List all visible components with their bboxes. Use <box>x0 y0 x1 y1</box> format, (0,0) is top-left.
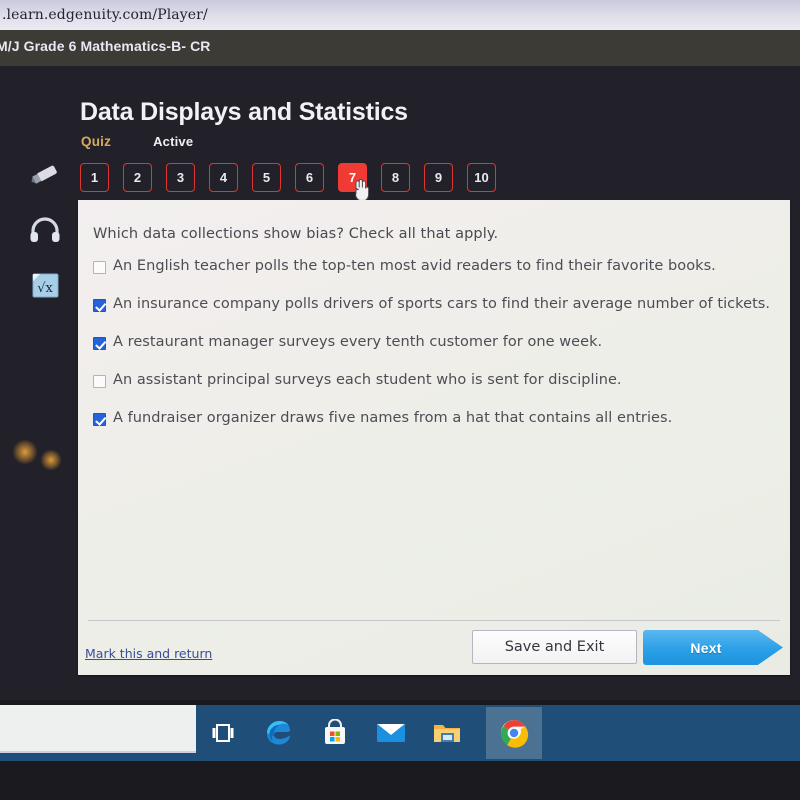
answer-option[interactable]: A restaurant manager surveys every tenth… <box>93 334 783 372</box>
course-header-band: M/J Grade 6 Mathematics-B- CR <box>0 30 800 66</box>
next-button-label: Next <box>690 639 722 656</box>
answer-checkbox-5[interactable] <box>93 413 106 426</box>
url-text[interactable]: .learn.edgenuity.com/Player/ <box>0 7 208 23</box>
headphones-icon[interactable] <box>28 216 62 244</box>
calculator-icon[interactable]: √x <box>29 270 61 300</box>
microsoft-store-icon[interactable] <box>318 716 352 750</box>
answer-checkbox-1[interactable] <box>93 261 106 274</box>
save-and-exit-button[interactable]: Save and Exit <box>472 630 637 664</box>
lesson-meta: Quiz Active <box>81 134 193 149</box>
answer-label-4: An assistant principal surveys each stud… <box>113 372 622 388</box>
question-nav-9[interactable]: 9 <box>424 163 453 192</box>
answer-option[interactable]: An insurance company polls drivers of sp… <box>93 296 783 334</box>
question-nav-8[interactable]: 8 <box>381 163 410 192</box>
question-number-nav: 1 2 3 4 5 6 7 8 9 10 <box>80 163 496 192</box>
lesson-type-label: Quiz <box>81 134 112 149</box>
question-nav-7[interactable]: 7 <box>338 163 367 192</box>
answer-option[interactable]: An assistant principal surveys each stud… <box>93 372 783 410</box>
highlighter-icon[interactable] <box>28 160 62 190</box>
answer-checkbox-4[interactable] <box>93 375 106 388</box>
answer-label-3: A restaurant manager surveys every tenth… <box>113 334 603 350</box>
answer-label-2: An insurance company polls drivers of sp… <box>113 296 771 312</box>
taskbar-icon-tray <box>196 705 542 761</box>
answer-label-5: A fundraiser organizer draws five names … <box>113 410 673 426</box>
answer-checkbox-3[interactable] <box>93 337 106 350</box>
question-nav-5[interactable]: 5 <box>252 163 281 192</box>
question-nav-2[interactable]: 2 <box>123 163 152 192</box>
windows-taskbar <box>0 705 800 761</box>
question-nav-3[interactable]: 3 <box>166 163 195 192</box>
next-button[interactable]: Next <box>643 630 783 665</box>
page-title: Data Displays and Statistics <box>80 98 408 126</box>
task-view-icon[interactable] <box>206 716 240 750</box>
chrome-icon[interactable] <box>486 707 542 759</box>
question-nav-6[interactable]: 6 <box>295 163 324 192</box>
question-prompt: Which data collections show bias? Check … <box>93 226 499 242</box>
mark-this-and-return-link[interactable]: Mark this and return <box>85 646 212 661</box>
course-title: M/J Grade 6 Mathematics-B- CR <box>0 38 211 54</box>
question-nav-4[interactable]: 4 <box>209 163 238 192</box>
mail-icon[interactable] <box>374 716 408 750</box>
panel-divider <box>88 620 780 621</box>
screen: .learn.edgenuity.com/Player/ M/J Grade 6… <box>0 0 800 800</box>
answer-checkbox-2[interactable] <box>93 299 106 312</box>
question-nav-10[interactable]: 10 <box>467 163 496 192</box>
question-panel: Which data collections show bias? Check … <box>78 200 790 675</box>
taskbar-search-box[interactable] <box>0 705 196 753</box>
answer-options-list: An English teacher polls the top-ten mos… <box>93 258 783 448</box>
desktop-lower-edge <box>0 761 800 800</box>
question-nav-1[interactable]: 1 <box>80 163 109 192</box>
file-explorer-icon[interactable] <box>430 716 464 750</box>
browser-address-bar[interactable]: .learn.edgenuity.com/Player/ <box>0 0 800 30</box>
tool-rail: √x <box>24 160 66 300</box>
answer-label-1: An English teacher polls the top-ten mos… <box>113 258 716 274</box>
answer-option[interactable]: An English teacher polls the top-ten mos… <box>93 258 783 296</box>
edge-icon[interactable] <box>262 716 296 750</box>
lesson-status-label: Active <box>153 134 194 149</box>
svg-text:√x: √x <box>37 281 53 296</box>
answer-option[interactable]: A fundraiser organizer draws five names … <box>93 410 783 448</box>
